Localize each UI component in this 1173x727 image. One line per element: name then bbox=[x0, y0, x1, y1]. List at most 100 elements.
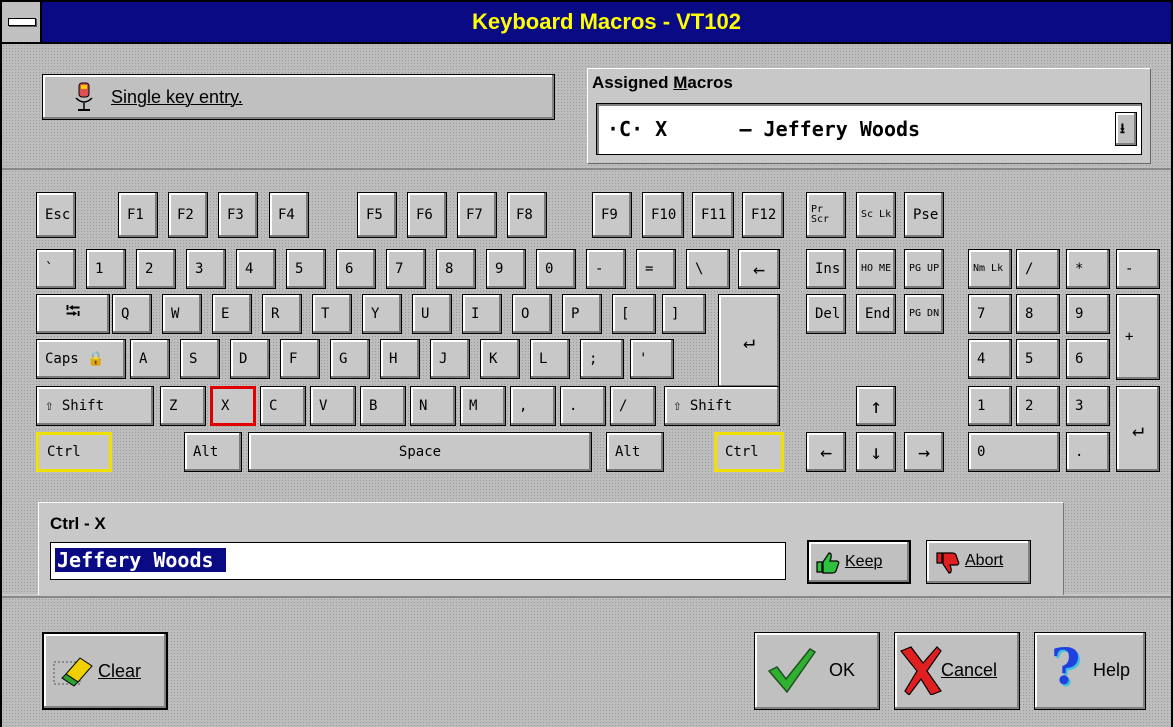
key-f6[interactable]: F6 bbox=[407, 192, 447, 238]
key-num-0[interactable]: 0 bbox=[968, 432, 1060, 472]
key-][interactable]: ] bbox=[662, 294, 706, 334]
key-left-alt[interactable]: Alt bbox=[184, 432, 242, 472]
key-insert[interactable]: Ins bbox=[806, 249, 846, 289]
key-6[interactable]: N bbox=[410, 386, 456, 426]
key-9[interactable]: 9 bbox=[486, 249, 526, 289]
key-home[interactable]: HO ME bbox=[856, 249, 896, 289]
key-arrow-up[interactable]: ↑ bbox=[856, 386, 896, 426]
key-f5[interactable]: F5 bbox=[357, 192, 397, 238]
key-num-multiply[interactable]: * bbox=[1066, 249, 1110, 289]
key-5[interactable]: G bbox=[330, 339, 370, 379]
clear-button[interactable]: Clear bbox=[42, 632, 168, 710]
key-f3[interactable]: F3 bbox=[218, 192, 258, 238]
key-arrow-left[interactable]: ← bbox=[806, 432, 846, 472]
key-8[interactable]: 8 bbox=[436, 249, 476, 289]
key-num-7[interactable]: 7 bbox=[968, 294, 1012, 334]
key-10[interactable]: 0 bbox=[536, 249, 576, 289]
key-4[interactable]: V bbox=[310, 386, 356, 426]
key-arrow-right[interactable]: → bbox=[904, 432, 944, 472]
key-f9[interactable]: F9 bbox=[592, 192, 632, 238]
key-P[interactable]: P bbox=[562, 294, 602, 334]
system-menu-button[interactable] bbox=[2, 2, 42, 42]
key-1[interactable]: Z bbox=[160, 386, 206, 426]
key-11[interactable]: - bbox=[586, 249, 626, 289]
key-f10[interactable]: F10 bbox=[642, 192, 684, 238]
key-7[interactable]: 7 bbox=[386, 249, 426, 289]
key-f4[interactable]: F4 bbox=[269, 192, 309, 238]
key-7[interactable]: J bbox=[430, 339, 470, 379]
key-page-down[interactable]: PG DN bbox=[904, 294, 944, 334]
key-num-2[interactable]: 2 bbox=[1016, 386, 1060, 426]
key-9[interactable]: L bbox=[530, 339, 570, 379]
cancel-button[interactable]: Cancel bbox=[894, 632, 1020, 710]
key-5[interactable]: 5 bbox=[286, 249, 326, 289]
key-E[interactable]: E bbox=[212, 294, 252, 334]
macro-text-input[interactable]: Jeffery Woods bbox=[50, 542, 786, 580]
ok-button[interactable]: OK bbox=[754, 632, 880, 710]
key-right-shift[interactable]: ⇧ Shift bbox=[664, 386, 780, 426]
key-enter[interactable]: ↵ bbox=[718, 294, 780, 388]
key-O[interactable]: O bbox=[512, 294, 552, 334]
key-end[interactable]: End bbox=[856, 294, 896, 334]
key-space[interactable]: Space bbox=[248, 432, 592, 472]
key-U[interactable]: U bbox=[412, 294, 452, 334]
key-0[interactable]: ` bbox=[36, 249, 76, 289]
key-4[interactable]: 4 bbox=[236, 249, 276, 289]
key-page-up[interactable]: PG UP bbox=[904, 249, 944, 289]
key-7[interactable]: M bbox=[460, 386, 506, 426]
key-num-enter[interactable]: ↵ bbox=[1116, 386, 1160, 472]
key-13[interactable]: \ bbox=[686, 249, 730, 289]
key-num-4[interactable]: 4 bbox=[968, 339, 1012, 379]
key-num-3[interactable]: 3 bbox=[1066, 386, 1110, 426]
key-scroll-lock[interactable]: Sc Lk bbox=[856, 192, 896, 238]
key-4[interactable]: F bbox=[280, 339, 320, 379]
help-button[interactable]: ? Help bbox=[1034, 632, 1146, 710]
key-10[interactable]: / bbox=[610, 386, 656, 426]
key-12[interactable]: = bbox=[636, 249, 676, 289]
key-Y[interactable]: Y bbox=[362, 294, 402, 334]
key-I[interactable]: I bbox=[462, 294, 502, 334]
key-num-plus[interactable]: + bbox=[1116, 294, 1160, 380]
key-num-minus[interactable]: - bbox=[1116, 249, 1160, 289]
key-arrow-down[interactable]: ↓ bbox=[856, 432, 896, 472]
key-num-lock[interactable]: Nm Lk bbox=[968, 249, 1012, 289]
key-num-6[interactable]: 6 bbox=[1066, 339, 1110, 379]
key-f2[interactable]: F2 bbox=[168, 192, 208, 238]
key-Q[interactable]: Q bbox=[112, 294, 152, 334]
key-[[interactable]: [ bbox=[612, 294, 656, 334]
key-2[interactable]: S bbox=[180, 339, 220, 379]
dropdown-arrow-button[interactable]: ⭳ bbox=[1115, 112, 1137, 146]
single-key-entry-button[interactable]: Single key entry. bbox=[42, 74, 555, 120]
key-num-divide[interactable]: / bbox=[1016, 249, 1060, 289]
key-print-screen[interactable]: Pr Scr bbox=[806, 192, 846, 238]
key-caps-lock[interactable]: Caps 🔒 bbox=[36, 339, 126, 379]
key-num-decimal[interactable]: . bbox=[1066, 432, 1110, 472]
key-3[interactable]: D bbox=[230, 339, 270, 379]
key-right-ctrl[interactable]: Ctrl bbox=[714, 432, 784, 472]
keep-button[interactable]: Keep bbox=[807, 540, 911, 584]
key-delete[interactable]: Del bbox=[806, 294, 846, 334]
key-6[interactable]: H bbox=[380, 339, 420, 379]
key-3[interactable]: 3 bbox=[186, 249, 226, 289]
key-f7[interactable]: F7 bbox=[457, 192, 497, 238]
assigned-macros-select[interactable]: ·C· X — Jeffery Woods ⭳ bbox=[596, 103, 1142, 155]
key-R[interactable]: R bbox=[262, 294, 302, 334]
key-num-8[interactable]: 8 bbox=[1016, 294, 1060, 334]
key-1[interactable]: 1 bbox=[86, 249, 126, 289]
key-f12[interactable]: F12 bbox=[742, 192, 784, 238]
key-8[interactable]: , bbox=[510, 386, 556, 426]
key-2[interactable]: X bbox=[210, 386, 256, 426]
key-f8[interactable]: F8 bbox=[507, 192, 547, 238]
key-1[interactable]: A bbox=[130, 339, 170, 379]
abort-button[interactable]: Abort bbox=[926, 540, 1031, 584]
key-backspace[interactable]: ← bbox=[738, 249, 780, 289]
key-f1[interactable]: F1 bbox=[118, 192, 158, 238]
key-3[interactable]: C bbox=[260, 386, 306, 426]
key-11[interactable]: ' bbox=[630, 339, 674, 379]
key-num-1[interactable]: 1 bbox=[968, 386, 1012, 426]
key-W[interactable]: W bbox=[162, 294, 202, 334]
key-right-alt[interactable]: Alt bbox=[606, 432, 664, 472]
key-6[interactable]: 6 bbox=[336, 249, 376, 289]
key-num-9[interactable]: 9 bbox=[1066, 294, 1110, 334]
key-tab[interactable]: ⭾ bbox=[36, 294, 110, 334]
